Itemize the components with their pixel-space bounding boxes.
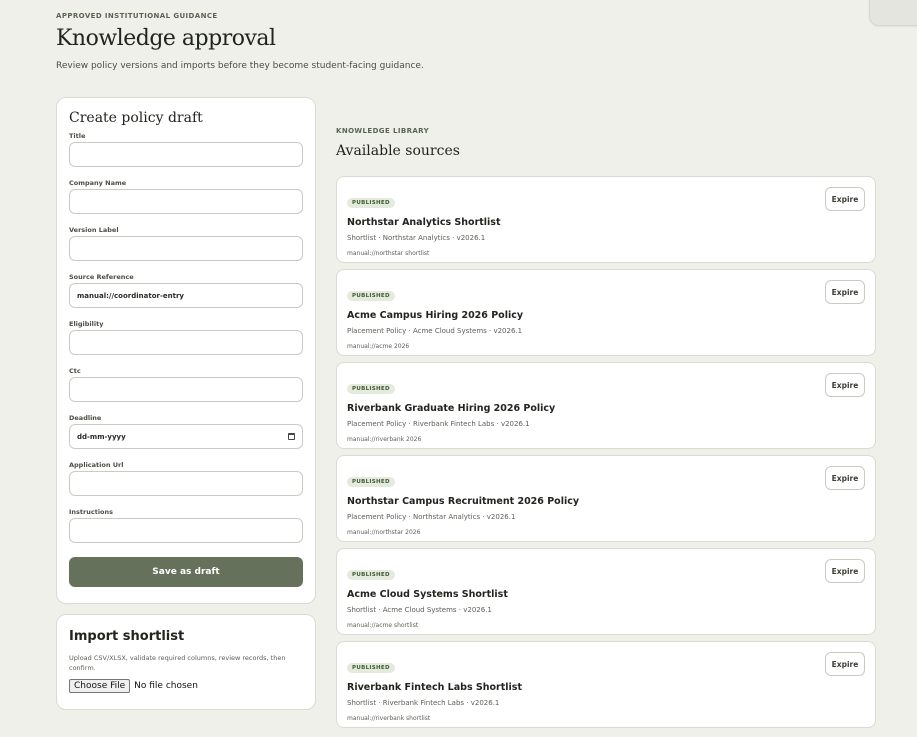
expire-button[interactable]: Expire xyxy=(825,280,865,304)
source-card: PUBLISHED Northstar Analytics Shortlist … xyxy=(336,176,876,263)
form-title: Create policy draft xyxy=(69,110,203,126)
source-reference: manual://northstar 2026 xyxy=(347,529,421,536)
status-badge: PUBLISHED xyxy=(347,570,395,580)
source-reference-field: Source Reference xyxy=(69,273,303,320)
title-field: Title xyxy=(69,132,303,179)
status-badge: PUBLISHED xyxy=(347,477,395,487)
import-description: Upload CSV/XLSX, validate required colum… xyxy=(69,654,286,672)
ctc-label: Ctc xyxy=(69,367,81,375)
choose-file-button[interactable]: Choose File xyxy=(69,679,131,693)
source-title: Acme Campus Hiring 2026 Policy xyxy=(347,310,524,321)
instructions-input[interactable] xyxy=(69,518,303,543)
application-url-field: Application Url xyxy=(69,461,303,508)
page-eyebrow: APPROVED INSTITUTIONAL GUIDANCE xyxy=(56,12,218,20)
file-picker: Choose File No file chosen xyxy=(69,679,303,693)
source-card: PUBLISHED Acme Cloud Systems Shortlist S… xyxy=(336,548,876,635)
source-card: PUBLISHED Acme Campus Hiring 2026 Policy… xyxy=(336,269,876,356)
status-badge: PUBLISHED xyxy=(347,291,395,301)
expire-button[interactable]: Expire xyxy=(825,466,865,490)
source-meta: Shortlist · Northstar Analytics · v2026.… xyxy=(347,234,486,242)
source-card: PUBLISHED Northstar Campus Recruitment 2… xyxy=(336,455,876,542)
file-status: No file chosen xyxy=(134,681,198,691)
deadline-field: Deadline dd-mm-yyyy xyxy=(69,414,303,461)
source-reference: manual://acme 2026 xyxy=(347,343,410,350)
source-reference: manual://riverbank shortlist xyxy=(347,715,431,722)
instructions-field: Instructions xyxy=(69,508,303,555)
version-label-field: Version Label xyxy=(69,226,303,273)
source-title: Northstar Campus Recruitment 2026 Policy xyxy=(347,496,580,507)
eligibility-label: Eligibility xyxy=(69,320,104,328)
source-title: Riverbank Graduate Hiring 2026 Policy xyxy=(347,403,556,414)
ctc-field: Ctc xyxy=(69,367,303,414)
version-label-label: Version Label xyxy=(69,226,119,234)
source-reference: manual://northstar shortlist xyxy=(347,250,430,257)
expire-button[interactable]: Expire xyxy=(825,559,865,583)
source-meta: Placement Policy · Riverbank Fintech Lab… xyxy=(347,420,530,428)
status-badge: PUBLISHED xyxy=(347,384,395,394)
deadline-input[interactable]: dd-mm-yyyy xyxy=(69,424,303,449)
source-card: PUBLISHED Riverbank Graduate Hiring 2026… xyxy=(336,362,876,449)
expire-button[interactable]: Expire xyxy=(825,187,865,211)
title-input[interactable] xyxy=(69,142,303,167)
library-header: KNOWLEDGE LIBRARY Available sources xyxy=(336,127,460,159)
application-url-label: Application Url xyxy=(69,461,124,469)
deadline-label: Deadline xyxy=(69,414,102,422)
import-shortlist-card: Import shortlist Upload CSV/XLSX, valida… xyxy=(56,614,316,710)
eligibility-input[interactable] xyxy=(69,330,303,355)
save-draft-button[interactable]: Save as draft xyxy=(69,557,303,587)
status-badge: PUBLISHED xyxy=(347,198,395,208)
deadline-value: dd-mm-yyyy xyxy=(77,432,126,441)
source-card: PUBLISHED Riverbank Fintech Labs Shortli… xyxy=(336,641,876,728)
calendar-icon[interactable] xyxy=(288,433,295,440)
source-reference-input[interactable] xyxy=(69,283,303,308)
instructions-label: Instructions xyxy=(69,508,114,516)
version-label-input[interactable] xyxy=(69,236,303,261)
page-header: APPROVED INSTITUTIONAL GUIDANCE Knowledg… xyxy=(56,12,424,71)
eligibility-field: Eligibility xyxy=(69,320,303,367)
source-reference: manual://riverbank 2026 xyxy=(347,436,422,443)
source-meta: Shortlist · Acme Cloud Systems · v2026.1 xyxy=(347,606,492,614)
source-meta: Placement Policy · Acme Cloud Systems · … xyxy=(347,327,523,335)
company-name-label: Company Name xyxy=(69,179,127,187)
source-title: Riverbank Fintech Labs Shortlist xyxy=(347,682,522,693)
expire-button[interactable]: Expire xyxy=(825,373,865,397)
ctc-input[interactable] xyxy=(69,377,303,402)
application-url-input[interactable] xyxy=(69,471,303,496)
company-name-input[interactable] xyxy=(69,189,303,214)
expire-button[interactable]: Expire xyxy=(825,652,865,676)
library-eyebrow: KNOWLEDGE LIBRARY xyxy=(336,127,430,135)
source-meta: Placement Policy · Northstar Analytics ·… xyxy=(347,513,516,521)
policy-draft-form: Create policy draft Title Company Name V… xyxy=(56,97,316,604)
source-title: Acme Cloud Systems Shortlist xyxy=(347,589,508,600)
status-badge: PUBLISHED xyxy=(347,663,395,673)
source-reference-label: Source Reference xyxy=(69,273,134,281)
source-list: PUBLISHED Northstar Analytics Shortlist … xyxy=(336,176,876,734)
import-title: Import shortlist xyxy=(69,629,185,644)
source-reference: manual://acme shortlist xyxy=(347,622,419,629)
page-title: Knowledge approval xyxy=(56,26,276,51)
page-subtitle: Review policy versions and imports befor… xyxy=(56,61,424,71)
title-label: Title xyxy=(69,132,86,140)
source-meta: Shortlist · Riverbank Fintech Labs · v20… xyxy=(347,699,500,707)
source-title: Northstar Analytics Shortlist xyxy=(347,217,501,228)
library-title: Available sources xyxy=(336,143,460,159)
corner-tab[interactable] xyxy=(869,0,917,26)
company-name-field: Company Name xyxy=(69,179,303,226)
